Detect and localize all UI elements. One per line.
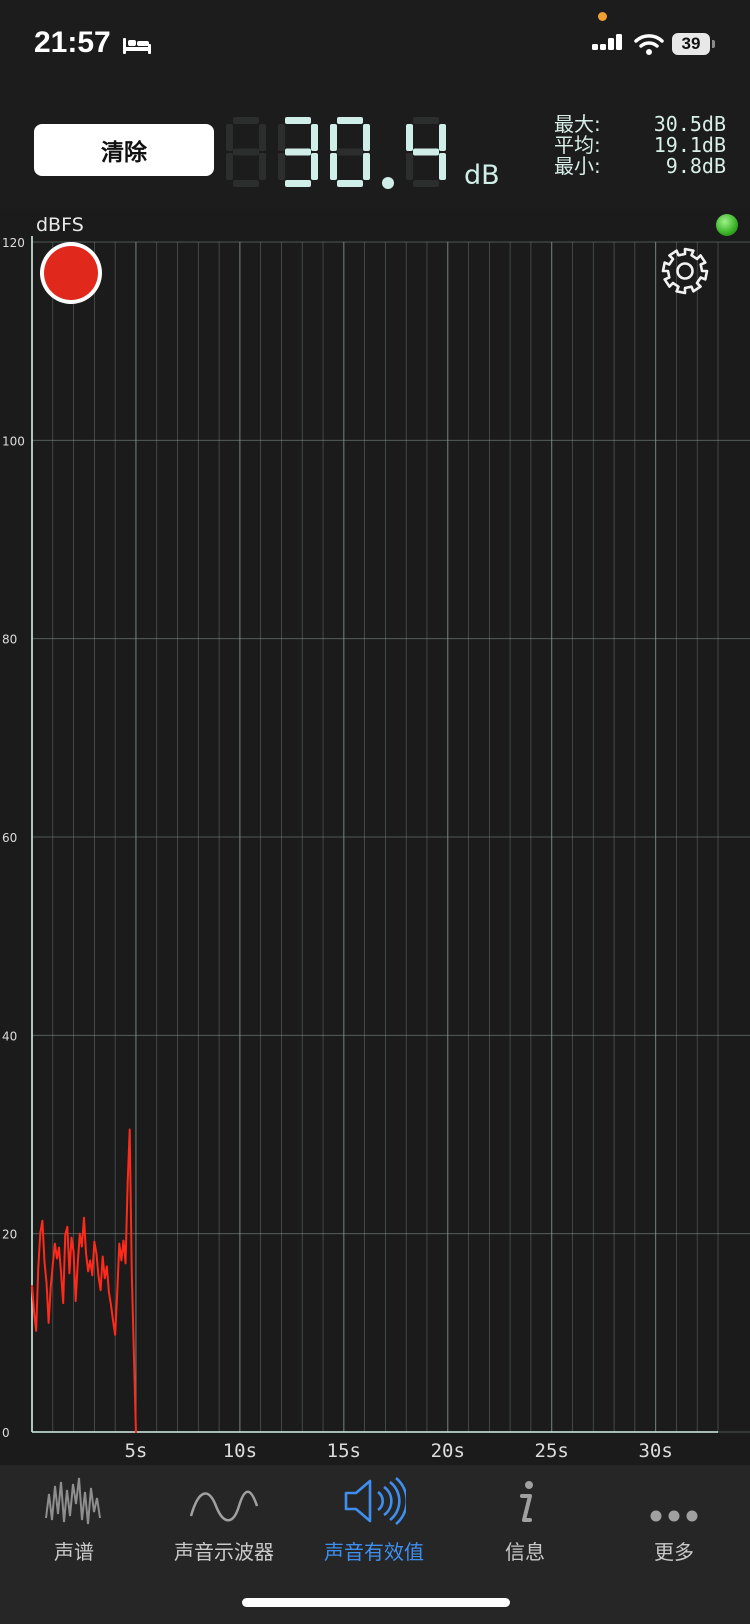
tab-oscilloscope[interactable]: 声音示波器 <box>164 1465 284 1565</box>
camera-indicator-dot <box>598 12 607 21</box>
lcd-segment <box>337 117 363 124</box>
lcd-segment <box>363 153 370 180</box>
lcd-segment <box>259 124 266 151</box>
tab-oscilloscope-label: 声音示波器 <box>174 1540 274 1564</box>
stat-max: 最大: 30.5dB <box>554 114 726 135</box>
y-tick-label: 20 <box>2 1228 17 1242</box>
y-tick-label: 60 <box>2 831 17 845</box>
x-tick-label: 25s <box>535 1440 569 1462</box>
rms-chart: 0 20 40 60 80 100 120 5s 10s 15s 20s 25s 30s dBFS <box>0 210 750 1465</box>
clear-button[interactable]: 清除 <box>34 124 214 176</box>
lcd-segment <box>330 153 337 180</box>
lcd-digit <box>226 117 266 187</box>
lcd-segment <box>285 148 311 156</box>
stat-max-value: 30.5dB <box>653 112 726 136</box>
y-tick-label: 80 <box>2 633 17 647</box>
lcd-segment <box>311 153 318 180</box>
stat-avg: 平均: 19.1dB <box>554 135 726 156</box>
chart-grid <box>32 241 750 1433</box>
y-tick-label: 40 <box>2 1029 17 1043</box>
meter-header: 清除 dB 最大: 30.5dB 平均: 19.1dB 最小: 9.8dB <box>0 90 750 210</box>
tab-more-label: 更多 <box>654 1540 694 1564</box>
record-dot-icon <box>44 246 98 300</box>
x-tick-label: 15s <box>327 1440 361 1462</box>
stat-min-label: 最小: <box>554 154 601 178</box>
lcd-segment <box>406 153 413 180</box>
wifi-icon <box>634 34 664 55</box>
stat-min: 最小: 9.8dB <box>554 156 726 177</box>
x-tick-label: 20s <box>431 1440 465 1462</box>
stat-min-value: 9.8dB <box>665 154 726 178</box>
lcd-segment <box>278 124 285 151</box>
y-axis-label: dBFS <box>36 214 84 236</box>
lcd-segment <box>413 148 439 156</box>
lcd-segment <box>406 124 413 151</box>
gear-hub <box>676 262 694 280</box>
lcd-segment <box>337 148 363 156</box>
stat-avg-label: 平均: <box>554 133 601 157</box>
tab-info-label: 信息 <box>505 1540 545 1564</box>
lcd-segment <box>439 124 446 151</box>
lcd-segment <box>233 148 259 156</box>
lcd-segment <box>226 124 233 151</box>
x-tick-label: 30s <box>638 1440 672 1462</box>
tab-rms-label: 声音有效值 <box>324 1540 424 1564</box>
status-led-icon <box>716 214 738 236</box>
battery-tip <box>712 40 715 48</box>
settings-button[interactable] <box>658 244 712 298</box>
lcd-segment <box>285 180 311 187</box>
lcd-segment <box>285 117 311 124</box>
spectrum-icon <box>45 1477 101 1525</box>
y-tick-label: 0 <box>2 1426 10 1440</box>
stat-max-label: 最大: <box>554 112 601 136</box>
tab-info[interactable]: 信息 <box>465 1465 585 1565</box>
tab-spectrum[interactable]: 声谱 <box>14 1465 134 1565</box>
x-tick-label: 10s <box>223 1440 257 1462</box>
reading-unit: dB <box>464 160 500 191</box>
status-time: 21:57 <box>34 26 111 59</box>
lcd-digit <box>278 117 318 187</box>
battery-level: 39 <box>672 33 710 55</box>
lcd-segment <box>278 153 285 180</box>
lcd-segment <box>413 117 439 124</box>
lcd-decimal-point <box>382 177 394 189</box>
status-bar: 21:57 39 <box>0 0 750 90</box>
home-indicator <box>242 1598 510 1607</box>
lcd-segment <box>226 153 233 180</box>
cellular-signal-icon <box>592 34 622 50</box>
info-icon <box>520 1481 533 1522</box>
record-button[interactable] <box>40 242 102 304</box>
tab-spectrum-label: 声谱 <box>54 1540 94 1564</box>
rms-trace-line <box>31 1128 138 1433</box>
more-icon <box>650 1510 698 1522</box>
lcd-segment <box>330 124 337 151</box>
waveform-icon <box>189 1490 259 1522</box>
speaker-icon <box>344 1477 406 1525</box>
x-tick-label: 5s <box>124 1440 147 1462</box>
lcd-segment <box>233 180 259 187</box>
tab-rms[interactable]: 声音有效值 <box>314 1465 434 1565</box>
lcd-digit <box>330 117 370 187</box>
gear-icon <box>661 247 709 295</box>
lcd-segment <box>439 153 446 180</box>
lcd-segment <box>363 124 370 151</box>
lcd-segment <box>337 180 363 187</box>
stats-panel: 最大: 30.5dB 平均: 19.1dB 最小: 9.8dB <box>554 114 726 177</box>
stat-avg-value: 19.1dB <box>653 133 726 157</box>
lcd-digit <box>406 117 446 187</box>
y-tick-label: 120 <box>2 236 25 250</box>
lcd-segment <box>233 117 259 124</box>
sleep-focus-icon <box>123 38 151 54</box>
gear-outline <box>661 247 709 295</box>
db-reading-display <box>226 117 446 189</box>
lcd-segment <box>259 153 266 180</box>
lcd-segment <box>311 124 318 151</box>
y-tick-label: 100 <box>2 434 25 448</box>
lcd-segment <box>413 180 439 187</box>
rms-chart-plot: 0 20 40 60 80 100 120 5s 10s 15s 20s 25s 30s <box>2 236 750 1462</box>
tab-more[interactable]: 更多 <box>614 1465 734 1565</box>
